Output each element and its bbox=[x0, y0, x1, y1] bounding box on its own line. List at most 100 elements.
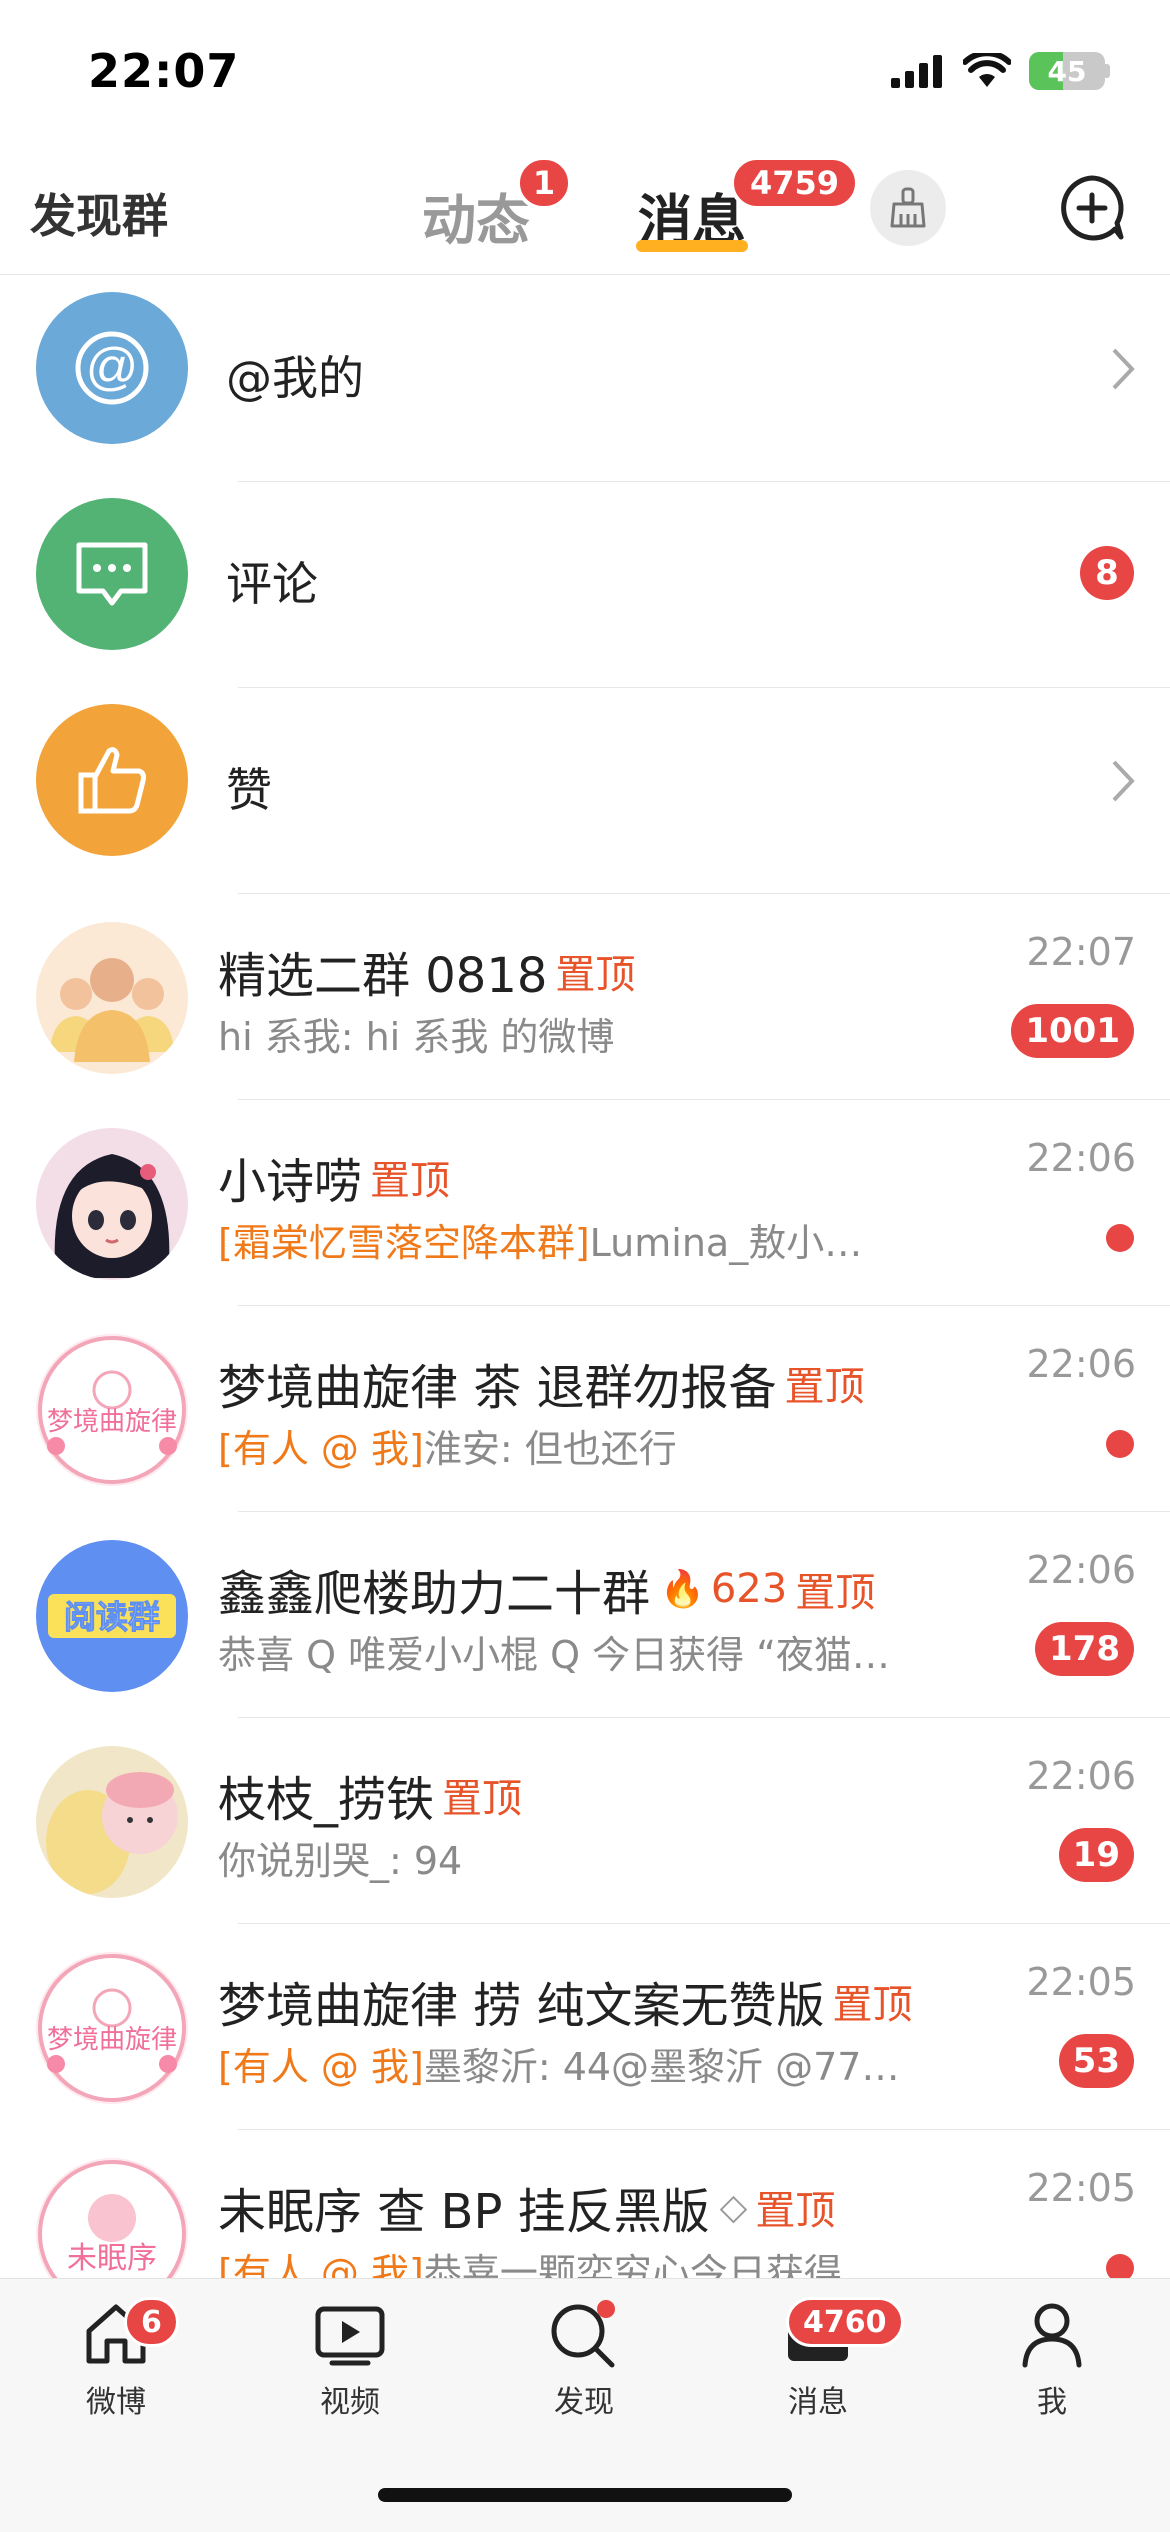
chevron-right-icon bbox=[1112, 760, 1135, 802]
chat-time: 22:06 bbox=[1026, 1548, 1136, 1592]
chat-title: 小诗唠 置顶 bbox=[218, 1142, 450, 1212]
pinned-tag: 置顶 bbox=[442, 1776, 523, 1822]
svg-text:阅读群: 阅读群 bbox=[64, 1598, 160, 1636]
chat-time: 22:05 bbox=[1026, 1960, 1136, 2004]
tab-label: 视频 bbox=[320, 2385, 380, 2420]
battery-indicator: 45 bbox=[1029, 52, 1110, 90]
tab-weibo-badge: 6 bbox=[124, 2297, 179, 2347]
anime-girl-icon bbox=[54, 1154, 170, 1278]
likes-avatar bbox=[36, 704, 188, 856]
chat-preview: hi 系我: hi 系我 的微博 bbox=[218, 1015, 615, 1059]
clear-unread-button[interactable] bbox=[870, 170, 946, 246]
pinned-tag: 置顶 bbox=[555, 952, 636, 998]
tab-video[interactable]: 视频 bbox=[260, 2299, 440, 2421]
chat-time: 22:06 bbox=[1026, 1342, 1136, 1386]
thumbs-up-icon bbox=[78, 747, 146, 814]
video-icon bbox=[315, 2306, 385, 2366]
preview-text: 墨黎沂: 44@墨黎沂 @77… bbox=[423, 2045, 900, 2089]
tab-messages[interactable]: 消息 4760 bbox=[728, 2297, 908, 2421]
comments-label: 评论 bbox=[226, 557, 318, 611]
battery-cap bbox=[1105, 64, 1110, 78]
tab-label: 微博 bbox=[86, 2385, 146, 2420]
mentions-label: @我的 bbox=[226, 351, 364, 405]
battery-body: 45 bbox=[1029, 52, 1105, 90]
tab-weibo[interactable]: 微博 6 bbox=[26, 2297, 206, 2421]
pinned-tag: 置顶 bbox=[832, 1982, 913, 2028]
chat-row[interactable]: 阅读群 鑫鑫爬楼助力二十群 🔥 623 置顶 恭喜 Q 唯爱小小棍 Q 今日获得 “夜… bbox=[0, 1512, 1170, 1718]
chat-title-text: 精选二群 0818 bbox=[218, 948, 548, 1004]
comments-count-badge: 8 bbox=[1080, 546, 1134, 600]
tab-dynamic[interactable]: 动态 bbox=[422, 176, 530, 255]
chat-plus-icon bbox=[1061, 175, 1124, 241]
pinned-tag: 置顶 bbox=[784, 1364, 865, 1410]
fire-icon: 🔥 bbox=[660, 1569, 705, 1610]
hello-kitty-badge-icon: 梦境曲旋律 bbox=[38, 1336, 186, 1484]
tab-message-badge: 4759 bbox=[730, 156, 860, 210]
discover-groups-button[interactable]: 发现群 bbox=[30, 180, 168, 246]
plush-toy-icon bbox=[46, 1772, 178, 1894]
tab-label: 消息 bbox=[788, 2385, 848, 2420]
chat-title-text: 鑫鑫爬楼助力二十群 bbox=[218, 1566, 651, 1622]
chat-title-text: 梦境曲旋律 捞 纯文案无赞版 bbox=[218, 1978, 825, 2034]
anime-girl-avatar bbox=[36, 1128, 188, 1280]
message-list: @ @我的 评论 8 赞 精选二群 0818 置顶 hi 系我: hi 系我 的… bbox=[0, 276, 1170, 2336]
svg-text:未眠序: 未眠序 bbox=[67, 2241, 157, 2276]
chat-preview: 恭喜 Q 唯爱小小棍 Q 今日获得 “夜猫… bbox=[218, 1633, 890, 1677]
pinned-tag: 置顶 bbox=[795, 1570, 876, 1616]
chat-title: 精选二群 0818 置顶 bbox=[218, 936, 635, 1006]
tab-me[interactable]: 我 bbox=[962, 2299, 1142, 2421]
search-icon bbox=[551, 2300, 615, 2368]
home-indicator bbox=[378, 2488, 792, 2502]
wifi-icon bbox=[963, 53, 1011, 87]
unread-badge: 19 bbox=[1058, 1828, 1134, 1882]
dream-group-avatar: 梦境曲旋律 bbox=[36, 1952, 188, 2104]
chat-time: 22:05 bbox=[1026, 2166, 1136, 2210]
chat-row[interactable]: 精选二群 0818 置顶 hi 系我: hi 系我 的微博 22:07 1001 bbox=[0, 894, 1170, 1100]
pinned-tag: 置顶 bbox=[755, 2188, 836, 2234]
preview-tag: [有人 @ 我] bbox=[218, 1427, 424, 1471]
new-chat-button[interactable] bbox=[1054, 170, 1130, 246]
unread-badge: 53 bbox=[1058, 2034, 1134, 2088]
preview-text: 淮安: 但也还行 bbox=[423, 1427, 677, 1471]
chat-time: 22:06 bbox=[1026, 1136, 1136, 1180]
status-time: 22:07 bbox=[88, 44, 240, 98]
plush-toy-avatar bbox=[36, 1746, 188, 1898]
active-tab-indicator bbox=[636, 240, 748, 252]
chat-title-text: 小诗唠 bbox=[218, 1154, 363, 1210]
chat-title-text: 梦境曲旋律 茶 退群勿报备 bbox=[218, 1360, 777, 1416]
chat-preview: [有人 @ 我]墨黎沂: 44@墨黎沂 @77… bbox=[218, 2036, 938, 2091]
mentions-row[interactable]: @ @我的 bbox=[0, 276, 1170, 482]
chat-title: 梦境曲旋律 茶 退群勿报备 置顶 bbox=[218, 1348, 865, 1418]
group-avatar bbox=[36, 922, 188, 1074]
chat-title-text: 枝枝_捞铁 bbox=[218, 1772, 435, 1828]
chat-row[interactable]: 梦境曲旋律 梦境曲旋律 茶 退群勿报备 置顶 [有人 @ 我]淮安: 但也还行 2… bbox=[0, 1306, 1170, 1512]
chat-row[interactable]: 小诗唠 置顶 [霜棠忆雪落空降本群]Lumina_敖小… 22:06 bbox=[0, 1100, 1170, 1306]
chat-title: 梦境曲旋律 捞 纯文案无赞版 置顶 bbox=[218, 1966, 913, 2036]
broom-icon bbox=[890, 187, 926, 228]
unread-badge: 178 bbox=[1035, 1622, 1134, 1676]
comments-row[interactable]: 评论 8 bbox=[0, 482, 1170, 688]
cellular-signal-icon bbox=[891, 55, 942, 88]
chat-title: 鑫鑫爬楼助力二十群 🔥 623 置顶 bbox=[218, 1554, 875, 1624]
chat-row[interactable]: 枝枝_捞铁 置顶 你说别哭_: 94 22:06 19 bbox=[0, 1718, 1170, 1924]
battery-percent: 45 bbox=[1047, 54, 1087, 88]
dream-group-avatar: 梦境曲旋律 bbox=[36, 1334, 188, 1486]
reading-group-icon: 阅读群 bbox=[48, 1594, 176, 1638]
preview-text: Lumina_敖小… bbox=[589, 1221, 863, 1265]
tab-discover[interactable]: 发现 bbox=[494, 2299, 674, 2421]
tab-dynamic-badge: 1 bbox=[516, 156, 572, 210]
at-sign-icon: @ bbox=[75, 331, 149, 405]
likes-label: 赞 bbox=[226, 763, 272, 817]
chat-preview: 你说别哭_: 94 bbox=[218, 1839, 463, 1883]
status-icons: 45 bbox=[891, 52, 1110, 90]
chat-time: 22:07 bbox=[1026, 930, 1136, 974]
chat-title: 未眠序 查 BP 挂反黑版 ◇ 置顶 bbox=[218, 2172, 835, 2242]
likes-row[interactable]: 赞 bbox=[0, 688, 1170, 894]
comment-bubble-icon bbox=[76, 542, 148, 606]
chat-row[interactable]: 梦境曲旋律 梦境曲旋律 捞 纯文案无赞版 置顶 [有人 @ 我]墨黎沂: 44@墨… bbox=[0, 1924, 1170, 2130]
unread-dot bbox=[1106, 1430, 1134, 1458]
unread-dot bbox=[1106, 1224, 1134, 1252]
comments-avatar bbox=[36, 498, 188, 650]
preview-tag: [有人 @ 我] bbox=[218, 2045, 424, 2089]
chat-title-text: 未眠序 查 BP 挂反黑版 bbox=[218, 2184, 710, 2240]
